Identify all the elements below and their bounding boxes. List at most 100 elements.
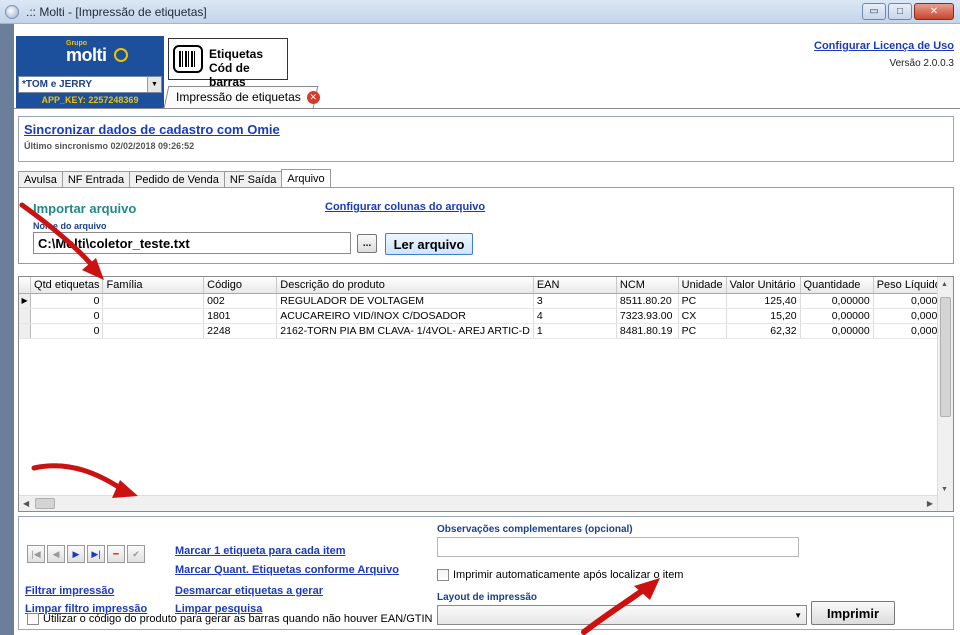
cell-codigo[interactable]: 1801 (203, 308, 278, 324)
delete-icon[interactable]: ━ (107, 545, 125, 563)
cell-descricao[interactable]: ACUCAREIRO VID/INOX C/DOSADOR (276, 308, 534, 324)
cell-ean[interactable]: 1 (533, 323, 617, 339)
confirm-icon[interactable]: ✔ (127, 545, 145, 563)
checkbox-box[interactable] (437, 569, 449, 581)
col-ncm[interactable]: NCM (616, 277, 679, 294)
vertical-scroll-thumb[interactable] (940, 297, 951, 417)
layout-label: Layout de impressão (437, 592, 538, 603)
next-icon[interactable]: ▶ (67, 545, 85, 563)
table-row[interactable]: ▶ 0 002 REGULADOR DE VOLTAGEM 3 8511.80.… (19, 293, 953, 309)
col-codigo[interactable]: Código (203, 277, 278, 294)
tab-impressao-label[interactable]: Impressão de etiquetas (176, 90, 301, 104)
cell-valor-unitario[interactable]: 15,20 (726, 308, 801, 324)
cell-ncm[interactable]: 8481.80.19 (616, 323, 679, 339)
col-descricao[interactable]: Descrição do produto (276, 277, 534, 294)
license-link[interactable]: Configurar Licença de Uso (814, 40, 954, 52)
auto-print-checkbox[interactable]: Imprimir automaticamente após localizar … (437, 569, 683, 581)
products-grid[interactable]: Qtd etiquetas Família Código Descrição d… (18, 276, 954, 512)
col-quantidade[interactable]: Quantidade (800, 277, 874, 294)
cell-qtd[interactable]: 0 (30, 293, 104, 309)
cell-valor-unitario[interactable]: 125,40 (726, 293, 801, 309)
tab-nf-entrada[interactable]: NF Entrada (61, 171, 131, 187)
close-window-button[interactable]: ✕ (914, 3, 954, 20)
vertical-scrollbar[interactable]: ▲ ▼ (937, 277, 953, 511)
cell-familia[interactable] (102, 293, 205, 309)
cell-qtd[interactable]: 0 (30, 308, 104, 324)
cell-descricao[interactable]: 2162-TORN PIA BM CLAVA- 1/4VOL- AREJ ART… (276, 323, 534, 339)
cell-familia[interactable] (102, 323, 205, 339)
chevron-down-icon[interactable]: ▼ (794, 611, 802, 620)
read-file-button[interactable]: Ler arquivo (385, 233, 473, 255)
unmark-link[interactable]: Desmarcar etiquetas a gerar (175, 585, 323, 597)
scroll-up-icon[interactable]: ▲ (941, 281, 948, 288)
col-qtd-etiquetas[interactable]: Qtd etiquetas (30, 277, 104, 294)
products-table: Qtd etiquetas Família Código Descrição d… (19, 277, 953, 339)
print-button[interactable]: Imprimir (811, 601, 895, 625)
scroll-down-icon[interactable]: ▼ (941, 486, 948, 493)
tab-avulsa[interactable]: Avulsa (18, 171, 63, 187)
window-title: .:: Molti - [Impressão de etiquetas] (26, 5, 207, 19)
col-valor-unitario[interactable]: Valor Unitário (726, 277, 801, 294)
version-label: Versão 2.0.0.3 (889, 58, 955, 69)
browse-file-button[interactable]: ... (357, 234, 377, 253)
cell-quantidade[interactable]: 0,00000 (800, 293, 874, 309)
row-selector[interactable] (19, 323, 32, 339)
col-ean[interactable]: EAN (533, 277, 617, 294)
minimize-button[interactable]: ▭ (862, 3, 886, 20)
filter-print-link[interactable]: Filtrar impressão (25, 585, 114, 597)
table-row[interactable]: 0 1801 ACUCAREIRO VID/INOX C/DOSADOR 4 7… (19, 308, 953, 324)
maximize-button[interactable]: □ (888, 3, 912, 20)
col-familia[interactable]: Família (102, 277, 205, 294)
horizontal-scrollbar[interactable]: ◀ ▶ (19, 495, 937, 511)
cell-unidade[interactable]: CX (678, 308, 727, 324)
col-unidade[interactable]: Unidade (678, 277, 727, 294)
config-columns-link[interactable]: Configurar colunas do arquivo (325, 201, 485, 213)
last-sync-label: Último sincronismo 02/02/2018 09:26:52 (24, 141, 195, 151)
layout-select[interactable]: ▼ (437, 605, 807, 625)
row-selector[interactable] (19, 308, 32, 324)
first-icon[interactable]: |◀ (27, 545, 45, 563)
cell-unidade[interactable]: PC (678, 323, 727, 339)
horizontal-scroll-thumb[interactable] (35, 498, 55, 509)
tab-pedido-venda[interactable]: Pedido de Venda (129, 171, 225, 187)
chevron-down-icon[interactable]: ▼ (147, 77, 161, 92)
logo-mark-icon (114, 48, 128, 62)
obs-input[interactable] (437, 537, 799, 557)
source-tabs: Avulsa NF Entrada Pedido de Venda NF Saí… (18, 169, 331, 188)
cell-ncm[interactable]: 8511.80.20 (616, 293, 679, 309)
product-badge: Etiquetas Cód de barras (168, 38, 288, 89)
cell-qtd[interactable]: 0 (30, 323, 104, 339)
window-left-edge (0, 24, 14, 635)
use-code-checkbox[interactable]: Utilizar o código do produto para gerar … (27, 613, 433, 625)
mark-one-link[interactable]: Marcar 1 etiqueta para cada item (175, 545, 346, 557)
table-row[interactable]: 0 2248 2162-TORN PIA BM CLAVA- 1/4VOL- A… (19, 323, 953, 339)
cell-ncm[interactable]: 7323.93.00 (616, 308, 679, 324)
app-icon (5, 5, 19, 19)
current-row-icon[interactable]: ▶ (19, 293, 32, 309)
close-tab-icon[interactable]: ✕ (306, 90, 320, 104)
tab-nf-saida[interactable]: NF Saída (223, 171, 283, 187)
cell-descricao[interactable]: REGULADOR DE VOLTAGEM (276, 293, 534, 309)
cell-codigo[interactable]: 002 (203, 293, 278, 309)
company-select-value: *TOM e JERRY (22, 79, 93, 90)
file-name-input[interactable] (33, 232, 351, 254)
last-icon[interactable]: ▶| (87, 545, 105, 563)
scroll-left-icon[interactable]: ◀ (23, 499, 29, 508)
cell-ean[interactable]: 3 (533, 293, 617, 309)
cell-familia[interactable] (102, 308, 205, 324)
cell-quantidade[interactable]: 0,00000 (800, 323, 874, 339)
cell-valor-unitario[interactable]: 62,32 (726, 323, 801, 339)
cell-codigo[interactable]: 2248 (203, 323, 278, 339)
cell-quantidade[interactable]: 0,00000 (800, 308, 874, 324)
checkbox-box[interactable] (27, 613, 39, 625)
mark-qty-link[interactable]: Marcar Quant. Etiquetas conforme Arquivo (175, 564, 399, 576)
company-select[interactable]: *TOM e JERRY ▼ (18, 76, 162, 93)
product-title-line1: Etiquetas (209, 47, 264, 61)
cell-ean[interactable]: 4 (533, 308, 617, 324)
tab-arquivo[interactable]: Arquivo (281, 169, 331, 188)
sync-link[interactable]: Sincronizar dados de cadastro com Omie (24, 122, 280, 137)
prev-icon[interactable]: ◀ (47, 545, 65, 563)
import-title: Importar arquivo (33, 201, 137, 216)
scroll-right-icon[interactable]: ▶ (927, 499, 933, 508)
cell-unidade[interactable]: PC (678, 293, 727, 309)
